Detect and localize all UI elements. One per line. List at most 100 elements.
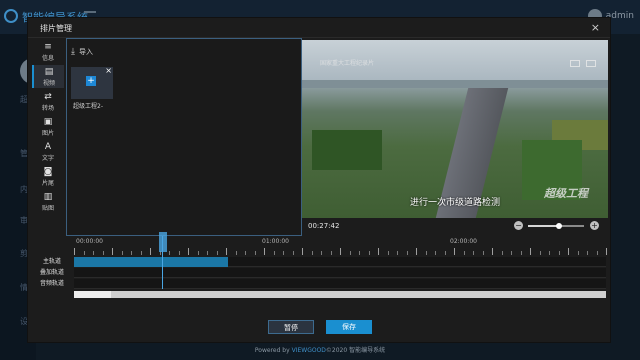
pause-button[interactable]: 暂停 (268, 320, 314, 334)
video-caption: 国家重大工程纪录片 (320, 60, 375, 67)
rail-item-text[interactable]: A 文字 (32, 140, 64, 163)
picture-in-picture-icon[interactable] (570, 60, 580, 67)
powered-by: Powered by VIEWGOOD©2020 智能编导系统 (0, 345, 640, 354)
ruler-label: 01:00:00 (262, 238, 289, 245)
sidebar-item[interactable]: 内 (20, 184, 28, 195)
powered-brand: VIEWGOOD (291, 347, 326, 354)
import-button[interactable]: ⤓ 导入 (71, 47, 93, 57)
rail-item-video[interactable]: ▤ 视频 (32, 65, 64, 88)
ruler-tick (292, 251, 294, 255)
download-icon: ⤓ (71, 47, 75, 57)
ruler-tick (112, 248, 113, 255)
video-preview[interactable]: 国家重大工程纪录片 进行一次市级道路检测 超级工程 (302, 40, 608, 218)
media-thumbnail[interactable]: + × (71, 66, 113, 99)
ruler-tick (197, 251, 199, 255)
ruler-tick (587, 251, 588, 255)
ruler-tick (359, 251, 360, 255)
text-icon: A (44, 141, 52, 152)
ruler-tick (340, 248, 341, 255)
close-icon[interactable]: × (591, 21, 600, 34)
ruler-tick (482, 251, 484, 255)
ruler-tick (454, 248, 455, 255)
rail-item-ending[interactable]: ◙ 片尾 (32, 165, 64, 188)
ruler-tick (254, 251, 256, 255)
ruler-tick (606, 248, 607, 255)
ruler-tick (83, 251, 85, 255)
camera-icon: ◙ (43, 166, 53, 177)
playhead-line (161, 236, 163, 289)
volume-fill (528, 225, 559, 227)
rail-item-label: 图片 (41, 129, 54, 137)
schedule-modal: 排片管理 × ≡ 信息 ▤ 视频 ⇄ 转场 ▣ 图片 A 文字 ◙ 片尾 ▥ 贴 (28, 18, 610, 342)
rail-item-sticker[interactable]: ▥ 贴图 (32, 190, 64, 213)
rail-item-label: 贴图 (41, 204, 54, 212)
video-subtitle: 进行一次市级道路检测 (409, 198, 500, 208)
ruler-tick (226, 248, 227, 255)
sidebar-item[interactable]: 设 (20, 316, 28, 327)
ruler-tick (311, 251, 313, 255)
playhead-handle[interactable] (158, 232, 167, 252)
ruler-tick (74, 248, 75, 255)
ruler-tick (425, 251, 427, 255)
ruler-tick (188, 248, 189, 255)
video-file-icon: ▤ (44, 66, 54, 77)
sidebar-item[interactable]: 剪 (20, 248, 28, 259)
fullscreen-icon[interactable] (586, 60, 596, 67)
volume-up-icon[interactable]: + (590, 221, 599, 230)
ruler-tick (150, 248, 151, 255)
timeline-clip[interactable] (74, 257, 229, 267)
rail-item-info[interactable]: ≡ 信息 (32, 40, 64, 63)
ruler-tick (273, 251, 275, 255)
ruler-tick (245, 251, 246, 255)
ruler-tick (549, 251, 550, 255)
modal-title: 排片管理 (40, 24, 72, 33)
timeline-scrollbar-thumb[interactable] (74, 291, 112, 298)
timeline: 00:00:00 01:00:00 02:00:00 主轨道 叠加轨道 音频轨道 (28, 232, 610, 310)
ruler-tick (511, 251, 512, 255)
ruler-tick (264, 248, 265, 255)
timeline-ruler[interactable]: 00:00:00 01:00:00 02:00:00 (74, 236, 607, 256)
rail-item-transition[interactable]: ⇄ 转场 (32, 90, 64, 113)
ruler-tick (349, 251, 351, 255)
rail-item-image[interactable]: ▣ 图片 (32, 115, 64, 138)
sidebar-item[interactable]: 管 (20, 148, 28, 159)
tool-rail: ≡ 信息 ▤ 视频 ⇄ 转场 ▣ 图片 A 文字 ◙ 片尾 ▥ 贴图 (28, 38, 66, 236)
track-label-overlay: 叠加轨道 (39, 269, 64, 276)
volume-slider[interactable] (528, 223, 584, 229)
current-time: 00:27:42 (308, 222, 340, 230)
ruler-tick (596, 251, 598, 255)
sidebar-item[interactable]: 审 (20, 215, 28, 226)
close-icon[interactable]: × (105, 66, 112, 75)
ruler-tick (397, 251, 398, 255)
image-icon: ▣ (43, 116, 53, 127)
track-main[interactable] (74, 257, 606, 267)
modal-header: 排片管理 × (28, 18, 610, 38)
sidebar-item[interactable]: 情 (20, 282, 28, 293)
track-label-audio: 音频轨道 (39, 280, 64, 287)
ruler-tick (302, 248, 303, 255)
ruler-tick (235, 251, 237, 255)
ruler-tick (140, 251, 142, 255)
ruler-tick (216, 251, 218, 255)
media-panel: ⤓ 导入 + × 超级工程2- (66, 38, 302, 236)
ruler-label: 00:00:00 (76, 238, 103, 245)
volume-knob[interactable] (555, 223, 562, 229)
player-controls: 00:27:42 − + (302, 220, 608, 236)
track-overlay[interactable] (74, 268, 606, 278)
track-audio[interactable] (74, 279, 606, 289)
add-to-timeline-icon[interactable]: + (86, 76, 96, 86)
ruler-tick (568, 248, 569, 255)
timeline-scrollbar[interactable] (74, 291, 606, 298)
powered-prefix: Powered by (254, 347, 290, 354)
media-item-label: 超级工程2- (73, 103, 103, 110)
ruler-tick (463, 251, 465, 255)
ruler-tick (406, 251, 408, 255)
sidebar-item[interactable]: 超 (20, 94, 28, 105)
ruler-tick (121, 251, 123, 255)
user-name: admin (605, 11, 634, 21)
document-icon: ▥ (43, 191, 53, 202)
save-button[interactable]: 保存 (326, 320, 372, 334)
modal-footer: 暂停 保存 (28, 314, 610, 342)
ruler-tick (283, 251, 284, 255)
volume-down-icon[interactable]: − (514, 221, 523, 230)
